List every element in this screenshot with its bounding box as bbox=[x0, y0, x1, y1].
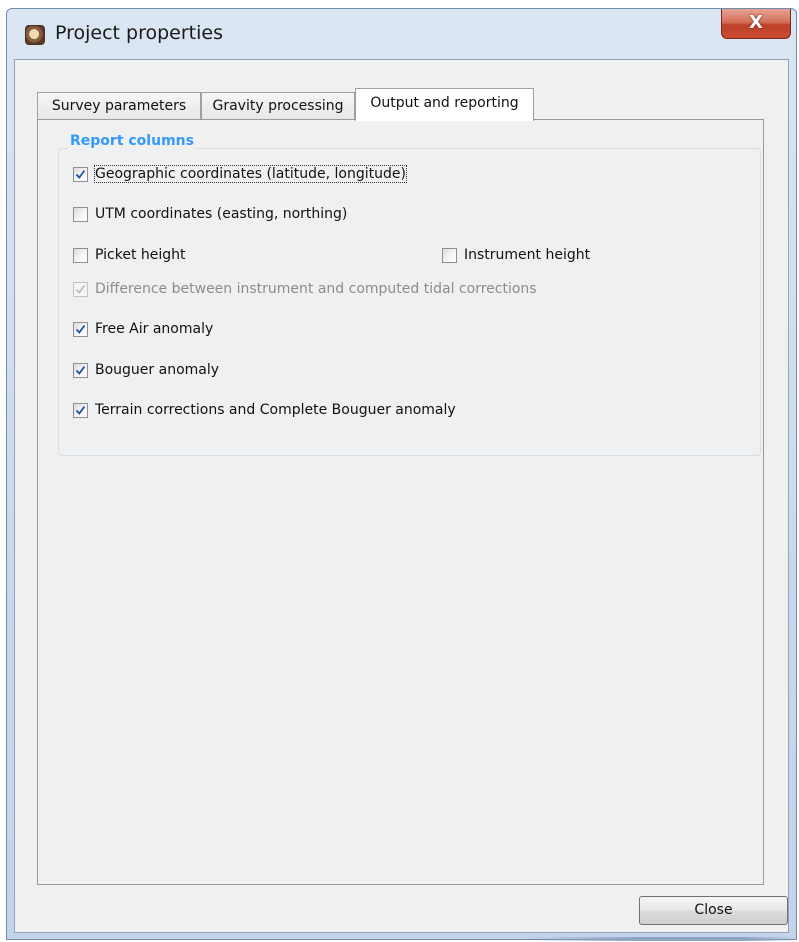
checkbox-label: Difference between instrument and comput… bbox=[95, 281, 537, 297]
close-button[interactable]: Close bbox=[639, 896, 788, 925]
tab-survey-parameters[interactable]: Survey parameters bbox=[37, 92, 201, 120]
tab-gravity-processing[interactable]: Gravity processing bbox=[201, 92, 355, 120]
checkbox-label: Terrain corrections and Complete Bouguer… bbox=[95, 402, 456, 418]
checkbox-geographic-coordinates[interactable]: Geographic coordinates (latitude, longit… bbox=[73, 164, 407, 184]
check-mark-icon bbox=[75, 405, 86, 415]
window-bottom-edge bbox=[527, 937, 797, 941]
checkbox-box[interactable] bbox=[73, 362, 88, 378]
project-app-icon bbox=[25, 25, 45, 45]
checkbox-instrument-height[interactable]: Instrument height bbox=[442, 245, 590, 265]
window-title: Project properties bbox=[55, 22, 224, 44]
check-mark-icon bbox=[75, 365, 86, 375]
checkbox-label: Geographic coordinates (latitude, longit… bbox=[94, 165, 407, 183]
checkbox-box[interactable] bbox=[442, 247, 457, 263]
checkbox-box[interactable] bbox=[73, 321, 88, 337]
check-mark-icon bbox=[75, 169, 86, 179]
checkbox-label: Free Air anomaly bbox=[95, 321, 214, 337]
checkbox-label: Picket height bbox=[95, 247, 186, 263]
checkbox-label: Instrument height bbox=[464, 247, 591, 263]
check-mark-icon bbox=[75, 284, 86, 294]
checkbox-picket-height[interactable]: Picket height bbox=[73, 245, 186, 265]
checkbox-utm-coordinates[interactable]: UTM coordinates (easting, northing) bbox=[73, 204, 347, 224]
checkbox-terrain-corrections[interactable]: Terrain corrections and Complete Bouguer… bbox=[73, 400, 456, 420]
checkbox-tidal-correction-difference: Difference between instrument and comput… bbox=[73, 279, 537, 299]
checkbox-label: UTM coordinates (easting, northing) bbox=[95, 206, 348, 222]
checkbox-bouguer-anomaly[interactable]: Bouguer anomaly bbox=[73, 360, 219, 380]
dialog-client-area: Survey parameters Gravity processing Out… bbox=[14, 59, 789, 933]
checkbox-free-air-anomaly[interactable]: Free Air anomaly bbox=[73, 319, 213, 339]
check-mark-icon bbox=[75, 324, 86, 334]
window-close-button[interactable]: X bbox=[721, 9, 791, 39]
output-and-reporting-panel: Report columns Geographic coordinates (l… bbox=[37, 119, 764, 885]
project-properties-window: Project properties X Survey parameters G… bbox=[6, 8, 797, 941]
tab-output-and-reporting[interactable]: Output and reporting bbox=[355, 88, 534, 121]
checkbox-box[interactable] bbox=[73, 402, 88, 418]
checkbox-label: Bouguer anomaly bbox=[95, 362, 220, 378]
checkbox-box bbox=[73, 281, 88, 297]
checkbox-box[interactable] bbox=[73, 206, 88, 222]
report-columns-title: Report columns bbox=[68, 133, 196, 149]
title-bar[interactable]: Project properties X bbox=[7, 9, 796, 61]
checkbox-box[interactable] bbox=[73, 166, 88, 182]
checkbox-box[interactable] bbox=[73, 247, 88, 263]
